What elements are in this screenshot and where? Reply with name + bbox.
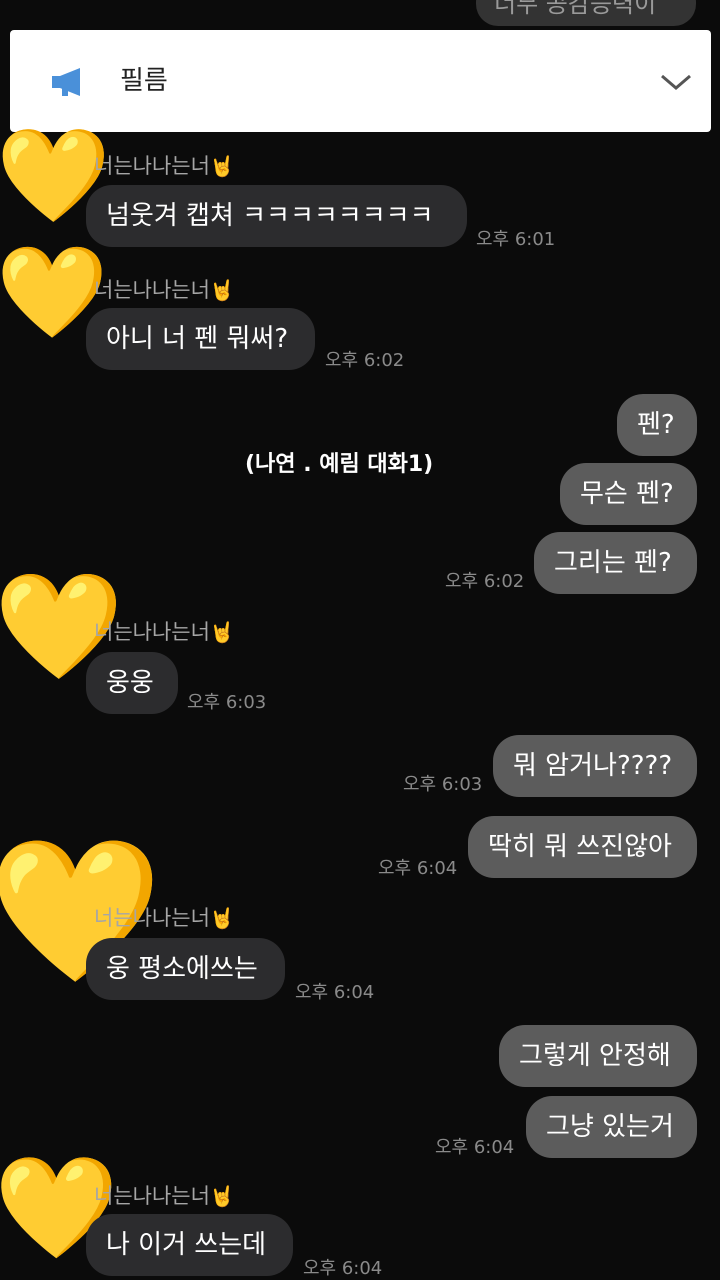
sender-name: 너는나나는너🤘 [94, 906, 235, 930]
message-bubble[interactable]: 그렇게 안정해 [499, 1025, 697, 1087]
message-bubble[interactable]: 웅웅 [86, 652, 178, 714]
partial-message-bubble: 너무 공감능력이 [476, 0, 696, 26]
message-bubble[interactable]: 딱히 뭐 쓰진않아 [468, 816, 697, 878]
message-time: 오후 6:03 [187, 692, 267, 713]
notice-bar[interactable]: 필름 [10, 30, 711, 132]
sender-name: 너는나나는너🤘 [94, 620, 235, 644]
message-bubble[interactable]: 그냥 있는거 [526, 1096, 697, 1158]
message-time: 오후 6:04 [378, 858, 458, 879]
message-bubble[interactable]: 무슨 펜? [560, 463, 697, 525]
message-time: 오후 6:04 [295, 982, 375, 1003]
message-time: 오후 6:01 [476, 229, 556, 250]
caption-overlay: (나연 . 예림 대화1) [245, 452, 434, 477]
megaphone-icon [52, 68, 80, 96]
sender-name: 너는나나는너🤘 [94, 278, 235, 302]
message-bubble[interactable]: 뭐 암거나???? [493, 735, 697, 797]
message-bubble[interactable]: 넘웃겨 캡쳐 ㅋㅋㅋㅋㅋㅋㅋㅋ [86, 185, 467, 247]
message-bubble[interactable]: 그리는 펜? [534, 532, 697, 594]
message-time: 오후 6:02 [325, 350, 405, 371]
top-partial-strip: 너무 공감능력이 [0, 0, 720, 30]
notice-label: 필름 [120, 66, 168, 96]
message-bubble[interactable]: 나 이거 쓰는데 [86, 1214, 293, 1276]
message-bubble[interactable]: 아니 너 펜 뭐써? [86, 308, 315, 370]
message-bubble[interactable]: 웅 평소에쓰는 [86, 938, 285, 1000]
sender-name: 너는나나는너🤘 [94, 154, 235, 178]
message-time: 오후 6:03 [403, 774, 483, 795]
message-time: 오후 6:02 [445, 571, 525, 592]
message-time: 오후 6:04 [303, 1258, 383, 1279]
sender-name: 너는나나는너🤘 [94, 1184, 235, 1208]
message-bubble[interactable]: 펜? [617, 394, 697, 456]
message-time: 오후 6:04 [435, 1137, 515, 1158]
chevron-down-icon[interactable] [656, 70, 696, 94]
